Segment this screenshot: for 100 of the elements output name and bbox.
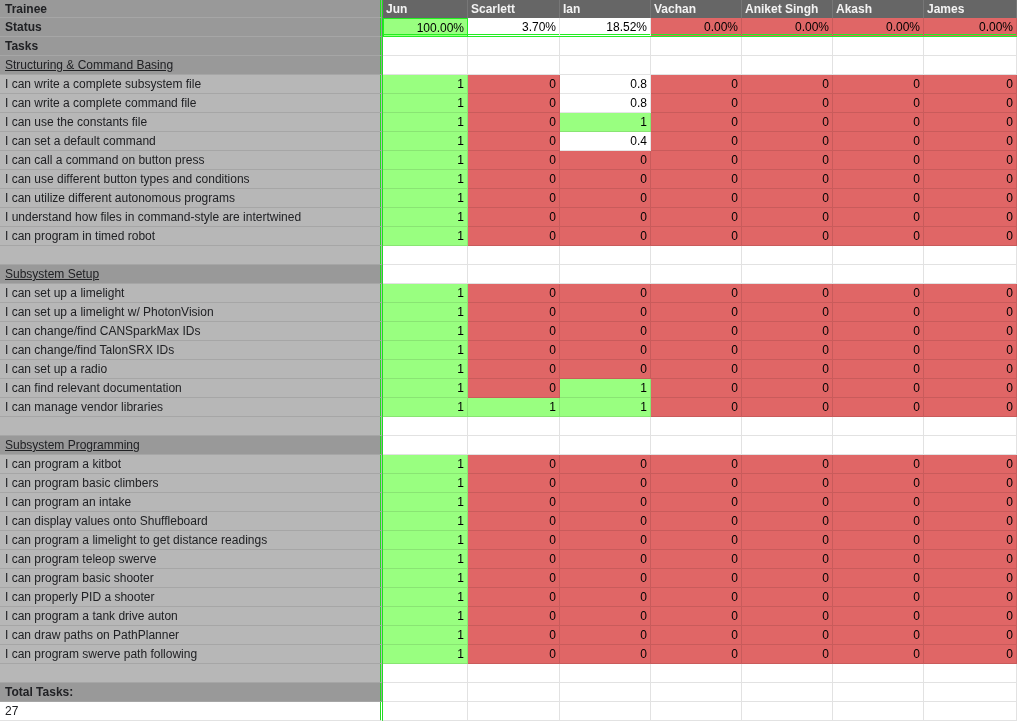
table-cell: 1 bbox=[383, 132, 468, 151]
table-cell: 0 bbox=[651, 151, 742, 170]
table-cell: 0 bbox=[560, 455, 651, 474]
table-cell: 0 bbox=[833, 94, 924, 113]
table-cell: 0 bbox=[651, 341, 742, 360]
table-cell: 0 bbox=[468, 379, 560, 398]
table-cell: 1 bbox=[383, 94, 468, 113]
table-cell: 0 bbox=[742, 379, 833, 398]
table-cell: 0 bbox=[560, 170, 651, 189]
table-cell: 0 bbox=[924, 113, 1017, 132]
table-cell: 0 bbox=[468, 626, 560, 645]
table-cell: 0 bbox=[468, 474, 560, 493]
table-cell: 1 bbox=[383, 170, 468, 189]
table-cell: 0 bbox=[468, 75, 560, 94]
task-label: I can set up a limelight bbox=[0, 284, 383, 303]
task-label: I can use the constants file bbox=[0, 113, 383, 132]
table-cell: 0 bbox=[651, 398, 742, 417]
table-cell: 0 bbox=[742, 360, 833, 379]
table-cell: 0 bbox=[468, 588, 560, 607]
table-cell: 0 bbox=[742, 550, 833, 569]
table-cell: 0 bbox=[742, 189, 833, 208]
table-cell: 0 bbox=[833, 303, 924, 322]
table-cell: 0 bbox=[560, 341, 651, 360]
task-label: I can program an intake bbox=[0, 493, 383, 512]
table-cell: 0 bbox=[924, 379, 1017, 398]
table-cell: 0 bbox=[742, 208, 833, 227]
table-cell: 0 bbox=[651, 531, 742, 550]
task-label: I can set up a limelight w/ PhotonVision bbox=[0, 303, 383, 322]
table-cell: 0 bbox=[833, 474, 924, 493]
table-cell: 1 bbox=[383, 550, 468, 569]
table-cell: 0 bbox=[742, 607, 833, 626]
table-cell: 0 bbox=[833, 227, 924, 246]
table-cell: 0 bbox=[742, 588, 833, 607]
table-cell: 0 bbox=[924, 626, 1017, 645]
table-cell: 0 bbox=[560, 531, 651, 550]
table-cell: 0 bbox=[651, 75, 742, 94]
table-cell: 1 bbox=[560, 113, 651, 132]
table-cell: 1 bbox=[383, 398, 468, 417]
table-cell: 0 bbox=[651, 303, 742, 322]
table-cell: 0 bbox=[468, 132, 560, 151]
column-header: Trainee bbox=[0, 0, 383, 18]
task-label: I can program basic climbers bbox=[0, 474, 383, 493]
table-cell: 1 bbox=[383, 455, 468, 474]
table-cell: 0 bbox=[924, 322, 1017, 341]
task-label: I can change/find TalonSRX IDs bbox=[0, 341, 383, 360]
table-cell: 0.00% bbox=[833, 18, 924, 37]
table-cell: 1 bbox=[383, 626, 468, 645]
table-cell: 0 bbox=[924, 455, 1017, 474]
table-cell: 1 bbox=[383, 208, 468, 227]
table-cell: 0 bbox=[651, 474, 742, 493]
table-cell: 1 bbox=[560, 379, 651, 398]
table-cell: 0 bbox=[833, 170, 924, 189]
table-cell: 1 bbox=[383, 284, 468, 303]
table-cell: 0 bbox=[742, 341, 833, 360]
table-cell: 0 bbox=[833, 379, 924, 398]
table-cell: 0 bbox=[468, 607, 560, 626]
table-cell: 0 bbox=[560, 151, 651, 170]
column-header: Vachan bbox=[651, 0, 742, 18]
column-header: Akash bbox=[833, 0, 924, 18]
table-cell: 0 bbox=[924, 75, 1017, 94]
table-cell: 0 bbox=[468, 550, 560, 569]
table-cell: 0 bbox=[651, 379, 742, 398]
task-label: I can find relevant documentation bbox=[0, 379, 383, 398]
table-cell: 0 bbox=[742, 284, 833, 303]
table-cell: 0 bbox=[924, 398, 1017, 417]
task-label: I can set up a radio bbox=[0, 360, 383, 379]
table-cell: 0 bbox=[560, 189, 651, 208]
table-cell: 0 bbox=[468, 189, 560, 208]
table-cell: 0 bbox=[924, 569, 1017, 588]
table-cell: 0 bbox=[560, 474, 651, 493]
table-cell: 0 bbox=[468, 113, 560, 132]
table-cell: 0 bbox=[651, 550, 742, 569]
section-title: Subsystem Programming bbox=[5, 438, 140, 452]
table-cell: 0 bbox=[924, 512, 1017, 531]
table-cell: 0 bbox=[833, 645, 924, 664]
table-cell: 0 bbox=[468, 303, 560, 322]
table-cell: 0 bbox=[833, 569, 924, 588]
table-cell: 0 bbox=[651, 284, 742, 303]
table-cell: 1 bbox=[383, 75, 468, 94]
table-cell: 0 bbox=[651, 569, 742, 588]
task-label: I can change/find CANSparkMax IDs bbox=[0, 322, 383, 341]
table-cell: 0 bbox=[924, 132, 1017, 151]
table-cell: 100.00% bbox=[383, 18, 468, 37]
table-cell: 1 bbox=[383, 113, 468, 132]
table-cell: 0 bbox=[833, 493, 924, 512]
table-cell: 0 bbox=[560, 512, 651, 531]
table-cell: 0 bbox=[468, 151, 560, 170]
table-cell: 0 bbox=[651, 588, 742, 607]
task-label: I can program basic shooter bbox=[0, 569, 383, 588]
table-cell: 0 bbox=[560, 645, 651, 664]
task-label: I can program a kitbot bbox=[0, 455, 383, 474]
table-cell: 0 bbox=[742, 645, 833, 664]
table-cell: 1 bbox=[383, 189, 468, 208]
table-cell: 0 bbox=[742, 569, 833, 588]
task-label: I can program in timed robot bbox=[0, 227, 383, 246]
table-cell: 0 bbox=[833, 284, 924, 303]
column-header: Jun bbox=[383, 0, 468, 18]
table-cell: 0 bbox=[833, 208, 924, 227]
table-cell: 0 bbox=[924, 151, 1017, 170]
table-cell: 0 bbox=[651, 455, 742, 474]
